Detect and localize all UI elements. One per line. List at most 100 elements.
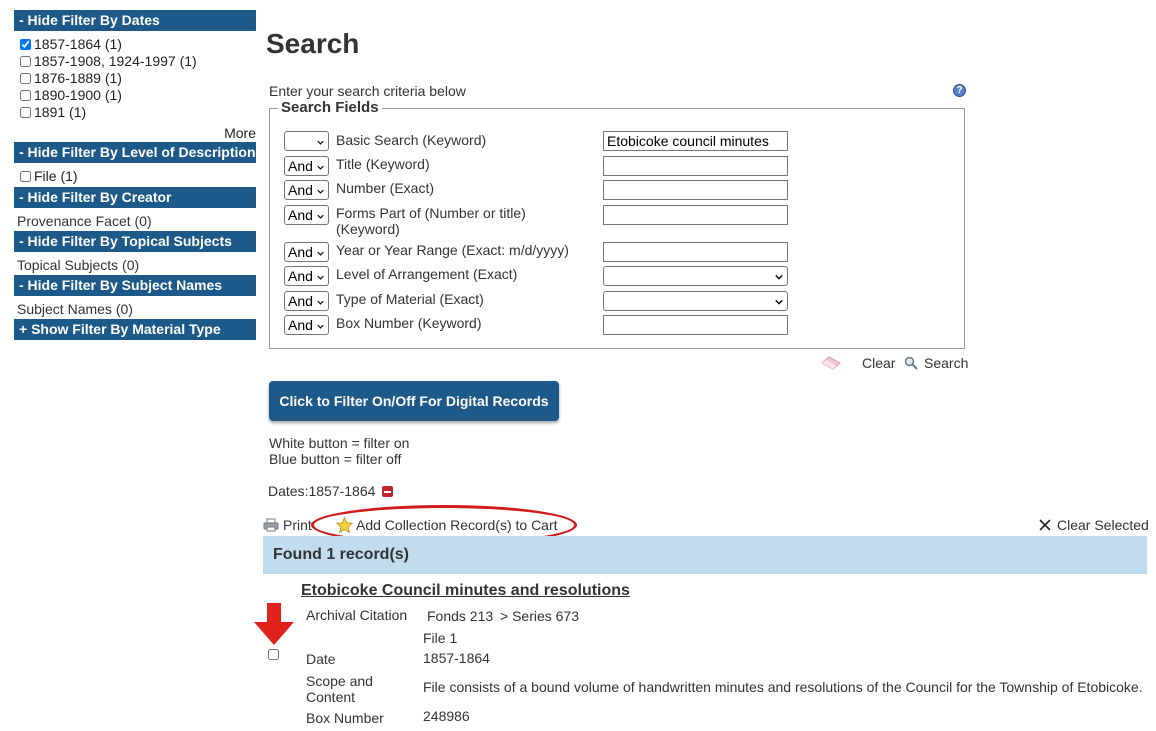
operator-select[interactable]	[284, 131, 329, 151]
chevron-down-icon	[317, 324, 324, 329]
operator-select[interactable]: And	[284, 315, 329, 335]
remove-filter-icon[interactable]	[382, 485, 394, 497]
help-icon[interactable]: ?	[953, 84, 966, 97]
level-option-label: File (1)	[34, 168, 78, 184]
field-label: Year or Year Range (Exact: m/d/yyyy)	[336, 242, 569, 258]
criteria-text: Enter your search criteria below	[269, 83, 466, 99]
date-option-label: 1857-1908, 1924-1997 (1)	[34, 53, 197, 69]
operator-select[interactable]: And	[284, 291, 329, 311]
search-button[interactable]: Search	[904, 355, 968, 371]
operator-select[interactable]: And	[284, 180, 329, 200]
date-option-1890-1900[interactable]: 1890-1900 (1)	[14, 87, 256, 104]
toggle-filter-creator[interactable]: - Hide Filter By Creator	[14, 187, 256, 208]
date-option-1857-1908[interactable]: 1857-1908, 1924-1997 (1)	[14, 53, 256, 70]
operator-value: And	[288, 182, 313, 198]
field-label: Basic Search (Keyword)	[336, 132, 487, 148]
search-row-material: And Type of Material (Exact)	[284, 291, 788, 313]
digital-records-filter-button[interactable]: Click to Filter On/Off For Digital Recor…	[269, 381, 559, 421]
field-label: Forms Part of (Number or title) (Keyword…	[336, 205, 526, 237]
record-select-checkbox[interactable]	[268, 649, 279, 660]
star-icon	[336, 517, 353, 533]
search-row-year: And Year or Year Range (Exact: m/d/yyyy)	[284, 242, 788, 264]
page-title: Search	[266, 28, 360, 59]
more-dates-link[interactable]: More	[14, 124, 256, 142]
arrangement-select[interactable]	[603, 266, 788, 286]
toggle-filter-level[interactable]: - Hide Filter By Level of Description	[14, 142, 256, 163]
date-value: 1857-1864	[423, 650, 490, 666]
date-option-label: 1876-1889 (1)	[34, 70, 122, 86]
date-checkbox[interactable]	[20, 107, 31, 118]
date-checkbox[interactable]	[20, 73, 31, 84]
chevron-down-icon	[775, 274, 783, 280]
chevron-down-icon	[317, 214, 324, 219]
toggle-filter-topical[interactable]: - Hide Filter By Topical Subjects	[14, 231, 256, 252]
subject-names-facet: Subject Names (0)	[17, 301, 133, 317]
operator-value: And	[288, 293, 313, 309]
chevron-down-icon	[317, 251, 324, 256]
citation-label: Archival Citation	[306, 607, 408, 623]
operator-value: And	[288, 317, 313, 333]
close-icon	[1039, 519, 1051, 531]
add-to-cart-button[interactable]: Add Collection Record(s) to Cart	[336, 517, 558, 533]
field-label: Level of Arrangement (Exact)	[336, 266, 518, 282]
basic-search-input[interactable]: Etobicoke council minutes	[603, 131, 788, 151]
date-checkbox[interactable]	[20, 56, 31, 67]
operator-value: And	[288, 207, 313, 223]
citation-fonds-link[interactable]: Fonds 213	[427, 608, 493, 624]
operator-value: And	[288, 268, 313, 284]
toggle-filter-dates[interactable]: - Hide Filter By Dates	[14, 10, 256, 31]
search-label: Search	[924, 355, 969, 371]
date-option-label: 1890-1900 (1)	[34, 87, 122, 103]
clear-button[interactable]: Clear	[820, 355, 895, 371]
operator-value: And	[288, 158, 313, 174]
year-input[interactable]	[603, 242, 788, 262]
search-row-basic: Basic Search (Keyword) Etobicoke council…	[284, 131, 788, 153]
box-number-input[interactable]	[603, 315, 788, 335]
box-number-label: Box Number	[306, 710, 384, 726]
date-option-label: 1857-1864 (1)	[34, 36, 122, 52]
forms-part-input[interactable]	[603, 205, 788, 225]
level-checkbox[interactable]	[20, 171, 31, 182]
active-date-filter: Dates:1857-1864	[268, 483, 394, 499]
clear-selected-label: Clear Selected	[1057, 517, 1149, 533]
operator-select[interactable]: And	[284, 266, 329, 286]
date-option-1891[interactable]: 1891 (1)	[14, 104, 256, 121]
material-select[interactable]	[603, 291, 788, 311]
filter-sidebar: - Hide Filter By Dates 1857-1864 (1) 185…	[14, 10, 256, 340]
chevron-down-icon	[317, 189, 324, 194]
active-filter-label: Dates:1857-1864	[268, 483, 376, 499]
chevron-down-icon	[317, 140, 324, 145]
topical-facet: Topical Subjects (0)	[17, 257, 140, 273]
red-arrow-icon	[254, 603, 294, 645]
search-row-number: And Number (Exact)	[284, 180, 788, 202]
record-title-link[interactable]: Etobicoke Council minutes and resolution…	[301, 582, 630, 600]
number-input[interactable]	[603, 180, 788, 200]
date-option-1876-1889[interactable]: 1876-1889 (1)	[14, 70, 256, 87]
legend-blue: Blue button = filter off	[269, 451, 402, 467]
scope-label-line2: Content	[306, 689, 356, 705]
level-option-file[interactable]: File (1)	[14, 168, 256, 185]
printer-icon	[263, 518, 279, 532]
field-label: Type of Material (Exact)	[336, 291, 484, 307]
eraser-icon	[821, 356, 841, 370]
search-row-forms-part: And Forms Part of (Number or title) (Key…	[284, 205, 788, 239]
magnifier-icon	[904, 356, 918, 370]
date-checkbox[interactable]	[20, 39, 31, 50]
toggle-filter-subject-names[interactable]: - Hide Filter By Subject Names	[14, 275, 256, 296]
provenance-facet: Provenance Facet (0)	[17, 213, 152, 229]
print-button[interactable]: Print	[263, 517, 312, 533]
date-checkbox[interactable]	[20, 90, 31, 101]
title-input[interactable]	[603, 156, 788, 176]
print-label: Print	[283, 517, 312, 533]
toggle-filter-material[interactable]: + Show Filter By Material Type	[14, 319, 256, 340]
operator-select[interactable]: And	[284, 242, 329, 262]
citation-series-link[interactable]: > Series 673	[500, 608, 579, 624]
operator-select[interactable]: And	[284, 156, 329, 176]
date-option-1857-1864[interactable]: 1857-1864 (1)	[14, 36, 256, 53]
scope-value: File consists of a bound volume of handw…	[423, 679, 1143, 695]
clear-selected-button[interactable]: Clear Selected	[1039, 517, 1149, 533]
results-count-bar: Found 1 record(s)	[263, 536, 1147, 574]
chevron-down-icon	[317, 300, 324, 305]
scope-label: Scope and Content	[306, 673, 373, 705]
operator-select[interactable]: And	[284, 205, 329, 225]
